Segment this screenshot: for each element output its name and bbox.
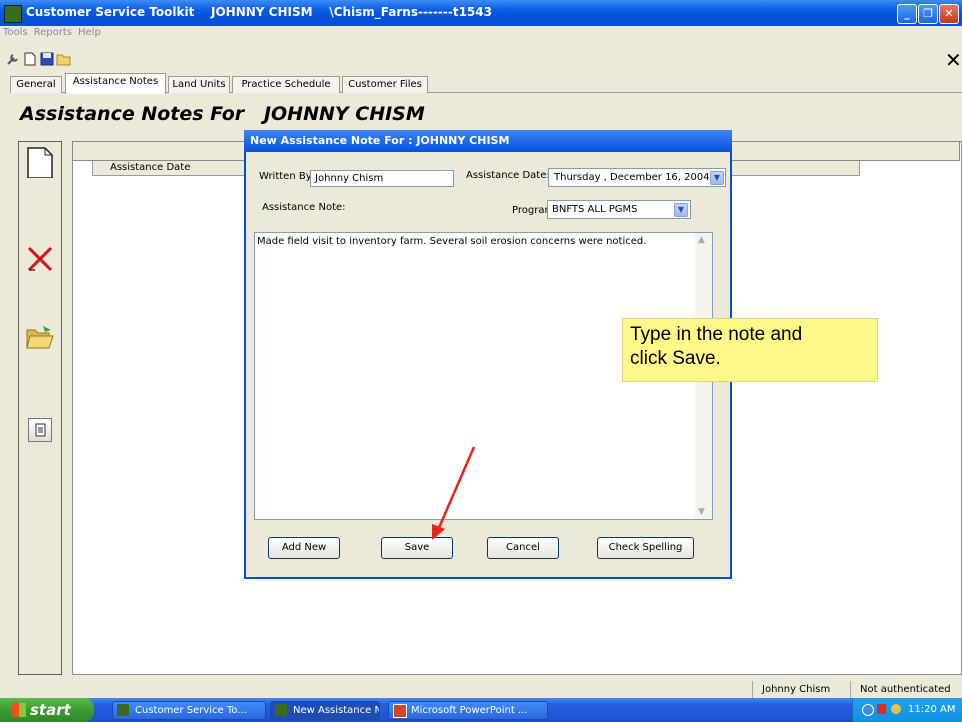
date-dropdown-icon[interactable]: ▼ — [710, 171, 724, 185]
menu-help[interactable]: Help — [75, 26, 104, 39]
restore-icon[interactable]: ❐ — [918, 4, 938, 24]
wrench-icon[interactable] — [6, 52, 20, 66]
tab-general[interactable]: General — [10, 76, 62, 93]
powerpoint-icon — [393, 704, 407, 718]
toolkit-app-icon — [117, 704, 129, 716]
cancel-button[interactable]: Cancel — [487, 537, 559, 559]
status-auth: Not authenticated — [850, 681, 962, 698]
task-new-assistance-note[interactable]: New Assistance Note ... — [270, 701, 380, 720]
new-note-icon[interactable] — [25, 146, 55, 178]
assistance-note-text: Made field visit to inventory farm. Seve… — [257, 236, 647, 247]
task-powerpoint[interactable]: Microsoft PowerPoint ... — [388, 701, 548, 720]
toolbar — [0, 44, 962, 68]
dialog-title-bar: New Assistance Note For : JOHNNY CHISM — [244, 130, 732, 152]
shield-icon[interactable] — [877, 704, 886, 714]
tab-land-units[interactable]: Land Units — [168, 76, 230, 93]
open-folder-icon[interactable] — [56, 52, 72, 66]
task-customer-service[interactable]: Customer Service To... — [112, 701, 266, 720]
task-label: Customer Service To... — [135, 705, 247, 716]
volume-icon[interactable] — [891, 704, 901, 714]
check-spelling-button[interactable]: Check Spelling — [597, 537, 694, 559]
windows-logo-icon — [12, 703, 26, 717]
new-document-icon[interactable] — [24, 52, 36, 66]
column-header-assistance-date[interactable]: Assistance Date — [110, 162, 190, 173]
page-title: Assistance Notes For JOHNNY CHISM — [20, 103, 425, 125]
assistance-date-label: Assistance Date: — [466, 170, 550, 181]
close-window-icon[interactable]: ✕ — [939, 4, 959, 24]
program-dropdown-icon[interactable]: ▼ — [674, 203, 688, 217]
network-icon[interactable] — [862, 704, 874, 716]
app-icon — [4, 5, 22, 23]
dialog-title: New Assistance Note For : JOHNNY CHISM — [250, 134, 510, 147]
callout-line-1: Type in the note and — [630, 324, 803, 345]
start-button[interactable]: start — [0, 698, 94, 722]
assistance-date-value: Thursday , December 16, 2004 — [554, 172, 710, 183]
close-form-icon[interactable]: ✕ — [945, 48, 962, 72]
window-title: Customer Service Toolkit JOHNNY CHISM \C… — [26, 5, 492, 19]
tab-assistance-notes[interactable]: Assistance Notes — [65, 73, 166, 94]
open-folder-icon[interactable] — [25, 322, 55, 354]
tab-customer-files[interactable]: Customer Files — [342, 76, 428, 93]
menu-tools[interactable]: Tools — [0, 26, 31, 39]
menu-bar: Tools Reports Help — [0, 26, 962, 42]
task-label: New Assistance Note ... — [293, 705, 379, 716]
minimize-icon[interactable]: _ — [897, 4, 917, 24]
scroll-down-icon[interactable]: ▼ — [698, 507, 705, 517]
save-disk-icon[interactable] — [40, 52, 54, 66]
tab-practice-schedule[interactable]: Practice Schedule — [232, 76, 340, 93]
start-label: start — [30, 701, 71, 719]
assistance-date-picker[interactable]: Thursday , December 16, 2004 — [548, 168, 726, 187]
program-value: BNFTS ALL PGMS — [552, 204, 638, 215]
task-label: Microsoft PowerPoint ... — [411, 705, 528, 716]
notepad-icon — [35, 423, 46, 437]
add-new-button[interactable]: Add New — [268, 537, 340, 559]
toolkit-app-icon — [275, 704, 287, 716]
menu-reports[interactable]: Reports — [31, 26, 75, 39]
written-by-field[interactable]: Johnny Chism — [310, 170, 454, 187]
written-by-label: Written By: — [259, 171, 315, 182]
side-toolbar — [18, 141, 62, 675]
program-select[interactable]: BNFTS ALL PGMS — [547, 200, 691, 219]
notes-button[interactable] — [28, 418, 52, 442]
scroll-up-icon[interactable]: ▲ — [698, 235, 705, 245]
status-user: Johnny Chism — [752, 681, 844, 698]
callout-line-2: click Save. — [630, 348, 721, 369]
annotation-arrow — [432, 446, 476, 540]
assistance-note-label: Assistance Note: — [262, 202, 346, 213]
delete-x-icon[interactable] — [25, 244, 55, 276]
clock: 11:20 AM — [908, 704, 956, 715]
instruction-callout: Type in the note and click Save. — [622, 318, 878, 382]
